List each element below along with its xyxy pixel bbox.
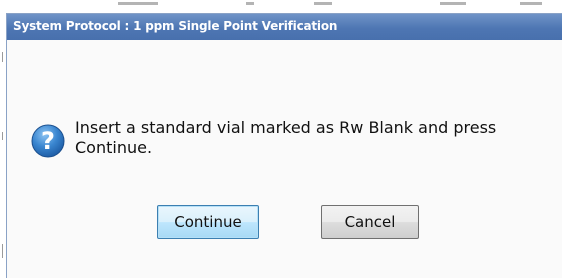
background-fragment (314, 2, 332, 5)
svg-text:?: ? (41, 127, 55, 155)
background-window-edge (0, 0, 562, 10)
dialog-titlebar[interactable]: System Protocol : 1 ppm Single Point Ver… (7, 14, 562, 40)
cancel-button[interactable]: Cancel (321, 205, 419, 239)
dialog-message: Insert a standard vial marked as Rw Blan… (75, 118, 497, 157)
dialog-content: ? Insert a standard vial marked as Rw Bl… (7, 40, 562, 278)
background-window-left-edge (0, 12, 5, 278)
dialog-title: System Protocol : 1 ppm Single Point Ver… (13, 19, 338, 33)
background-fragment (246, 2, 254, 5)
background-fragment (520, 2, 542, 5)
background-fragment (440, 2, 466, 5)
background-fragment (2, 132, 3, 140)
message-dialog: System Protocol : 1 ppm Single Point Ver… (6, 13, 562, 278)
background-fragment (2, 244, 3, 258)
question-icon: ? (31, 124, 65, 158)
screen: System Protocol : 1 ppm Single Point Ver… (0, 0, 562, 278)
continue-button[interactable]: Continue (157, 205, 259, 239)
background-fragment (118, 2, 158, 5)
background-fragment (2, 52, 3, 62)
